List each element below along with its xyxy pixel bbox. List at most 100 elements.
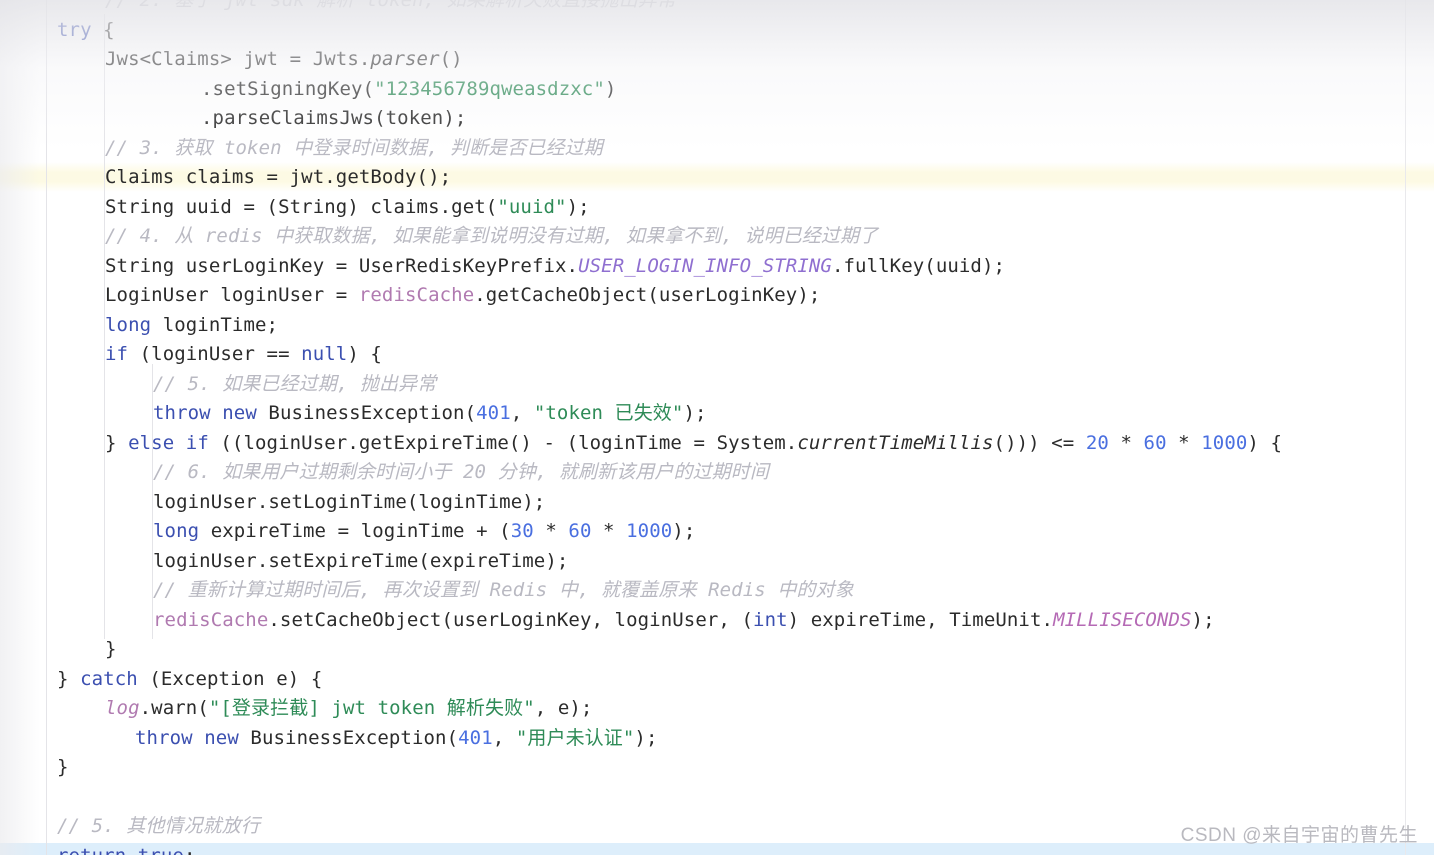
code-token: throw — [153, 402, 211, 424]
code-token: // 5. 其他情况就放行 — [57, 815, 260, 837]
code-token: * — [1166, 431, 1202, 454]
code-line[interactable]: // 重新计算过期时间后, 再次设置到 Redis 中, 就覆盖原来 Redis… — [0, 576, 1434, 606]
code-line[interactable]: LoginUser loginUser = redisCache.getCach… — [0, 281, 1434, 311]
code-line[interactable]: } — [0, 635, 1434, 665]
code-token: "token 已失效" — [533, 402, 684, 424]
code-token: loginTime; — [151, 313, 279, 336]
code-line[interactable] — [0, 783, 1434, 813]
code-line[interactable]: if (loginUser == null) { — [0, 340, 1434, 370]
code-token: throw — [135, 726, 193, 749]
code-token: ); — [672, 520, 696, 542]
code-token: 30 — [510, 520, 534, 542]
code-token: * — [591, 520, 627, 542]
code-line[interactable]: try { — [0, 16, 1434, 46]
code-token: .getCacheObject(userLoginKey); — [474, 284, 821, 306]
code-token: ) expireTime, TimeUnit. — [787, 608, 1054, 631]
code-token: // 5. 如果已经过期, 抛出异常 — [153, 372, 437, 395]
code-token: String uuid = (String) claims.get( — [105, 195, 498, 218]
code-line[interactable]: // 6. 如果用户过期剩余时间小于 20 分钟, 就刷新该用户的过期时间 — [0, 458, 1434, 488]
code-token: 1000 — [626, 520, 673, 542]
code-token: null — [301, 343, 348, 365]
code-token: 1000 — [1201, 431, 1248, 454]
code-token: , e); — [534, 697, 593, 719]
code-token: log — [105, 697, 140, 719]
code-token: int — [753, 608, 788, 631]
code-token: } — [57, 667, 81, 690]
code-token: parser — [370, 48, 440, 70]
code-token: ((loginUser.getExpireTime() - (loginTime… — [208, 431, 798, 454]
code-token: // 3. 获取 token 中登录时间数据, 判断是否已经过期 — [105, 136, 603, 159]
code-line[interactable]: throw new BusinessException(401, "token … — [0, 399, 1434, 429]
code-token: , — [510, 402, 534, 424]
code-token: * — [533, 520, 569, 542]
code-line[interactable]: loginUser.setExpireTime(expireTime); — [0, 547, 1434, 577]
code-line[interactable]: // 4. 从 redis 中获取数据, 如果能拿到说明没有过期, 如果拿不到,… — [0, 222, 1434, 252]
code-line[interactable]: } catch (Exception e) { — [0, 665, 1434, 695]
code-line[interactable]: long loginTime; — [0, 311, 1434, 341]
code-token: if — [105, 343, 129, 365]
code-token: true — [138, 845, 184, 855]
code-token: Jws<Claims> jwt = Jwts. — [105, 48, 371, 70]
code-token: // 6. 如果用户过期剩余时间小于 20 分钟, 就刷新该用户的过期时间 — [153, 461, 769, 483]
code-token: (loginUser == — [128, 343, 302, 365]
code-token: "用户未认证" — [515, 726, 635, 749]
code-token: Claims claims = jwt.getBody(); — [105, 166, 452, 188]
code-token: long — [153, 520, 200, 542]
code-token: try — [57, 18, 92, 41]
code-token: * — [1108, 431, 1144, 454]
code-token: (Exception e) { — [137, 667, 323, 690]
code-line[interactable]: throw new BusinessException(401, "用户未认证"… — [0, 724, 1434, 754]
code-line[interactable]: .setSigningKey("123456789qweasdzxc") — [0, 75, 1434, 105]
code-token: 401 — [476, 402, 511, 424]
code-token: USER_LOGIN_INFO_STRING — [578, 254, 832, 277]
code-token: else — [128, 431, 175, 454]
code-line[interactable]: String userLoginKey = UserRedisKeyPrefix… — [0, 252, 1434, 282]
code-token: LoginUser loginUser = — [105, 284, 359, 306]
code-token: ); — [683, 402, 707, 424]
code-line[interactable]: } — [0, 753, 1434, 783]
code-token: BusinessException( — [256, 402, 477, 424]
code-token: 60 — [1143, 431, 1167, 454]
code-token: ); — [566, 195, 590, 218]
code-line[interactable]: // 5. 如果已经过期, 抛出异常 — [0, 370, 1434, 400]
code-token: redisCache — [358, 284, 475, 306]
code-line[interactable]: loginUser.setLoginTime(loginTime); — [0, 488, 1434, 518]
code-line[interactable]: redisCache.setCacheObject(userLoginKey, … — [0, 606, 1434, 636]
code-token: ); — [1191, 608, 1215, 631]
code-line[interactable]: // 2. 基于 jwt sdk 解析 token, 如果解析失败直接抛出异常 — [0, 0, 1434, 16]
code-line[interactable]: .parseClaimsJws(token); — [0, 104, 1434, 134]
code-token: "uuid" — [497, 195, 567, 218]
code-token: } — [105, 431, 129, 454]
code-token: .warn( — [139, 697, 209, 719]
code-token: return — [57, 845, 126, 855]
code-line[interactable]: log.warn("[登录拦截] jwt token 解析失败", e); — [0, 694, 1434, 724]
code-line[interactable]: // 3. 获取 token 中登录时间数据, 判断是否已经过期 — [0, 134, 1434, 164]
code-token: String userLoginKey = UserRedisKeyPrefix… — [105, 254, 579, 277]
code-token: , — [492, 726, 516, 749]
code-content[interactable]: // 2. 基于 jwt sdk 解析 token, 如果解析失败直接抛出异常 t… — [0, 0, 1434, 855]
code-token: () — [439, 48, 463, 70]
code-token: ) — [604, 77, 617, 100]
code-token: .setSigningKey( — [201, 77, 375, 100]
code-line[interactable]: Claims claims = jwt.getBody(); — [0, 163, 1434, 193]
code-token: } — [105, 638, 117, 660]
code-token: redisCache — [153, 608, 269, 631]
code-token: "123456789qweasdzxc" — [374, 77, 605, 100]
code-line[interactable]: } else if ((loginUser.getExpireTime() - … — [0, 429, 1434, 459]
code-token: 20 — [1085, 431, 1109, 454]
code-token: { — [91, 18, 115, 41]
code-token: 401 — [458, 726, 493, 749]
code-line[interactable]: Jws<Claims> jwt = Jwts.parser() — [0, 45, 1434, 75]
code-token: currentTimeMillis — [797, 431, 994, 454]
code-line[interactable]: long expireTime = loginTime + (30 * 60 *… — [0, 517, 1434, 547]
code-token: long — [105, 313, 152, 336]
code-token: ) { — [347, 343, 382, 365]
code-token: ) { — [1247, 431, 1283, 454]
code-line[interactable]: String uuid = (String) claims.get("uuid"… — [0, 193, 1434, 223]
code-token: new — [222, 402, 257, 424]
code-token: // 2. 基于 jwt sdk 解析 token, 如果解析失败直接抛出异常 — [105, 0, 676, 11]
